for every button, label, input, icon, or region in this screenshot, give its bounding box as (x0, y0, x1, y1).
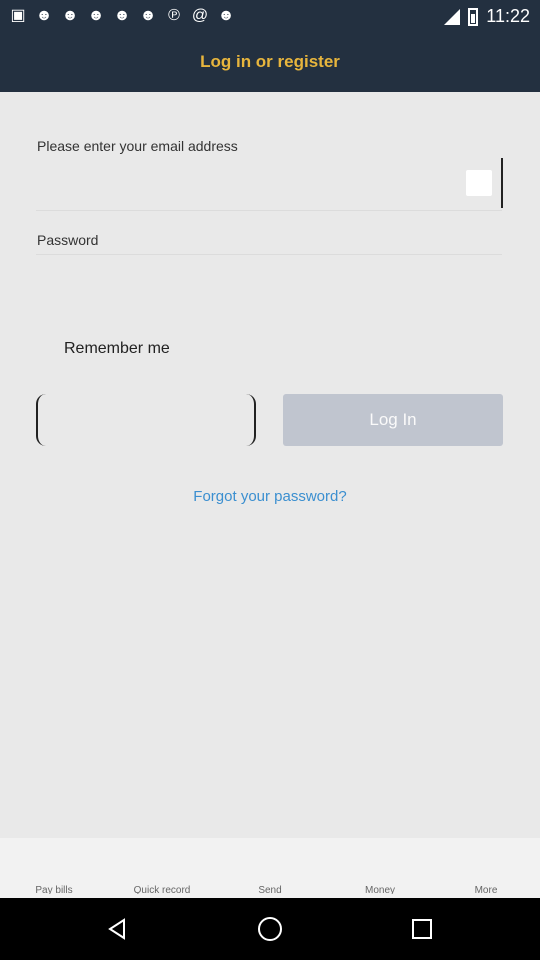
mask-icon: ☻ (35, 7, 53, 24)
password-underline (36, 254, 502, 255)
mask-icon: ☻ (87, 7, 105, 24)
status-bar: ▣ ☻ ☻ ☻ ☻ ☻ ℗ @ ☻ 11:22 (0, 0, 540, 34)
email-underline (36, 210, 502, 211)
remember-checkbox[interactable] (37, 341, 53, 357)
at-icon: @ (191, 7, 209, 24)
mask-icon: ☻ (217, 7, 235, 24)
password-field[interactable] (36, 228, 502, 254)
tab-money[interactable]: Money (340, 884, 420, 894)
status-right: 11:22 (444, 6, 530, 27)
system-nav-bar (0, 898, 540, 960)
page-title: Log in or register (200, 52, 340, 71)
back-icon[interactable] (105, 916, 131, 942)
app-icon: ▣ (10, 7, 26, 24)
pinterest-icon: ℗ (168, 7, 180, 24)
app-bar: Log in or register (0, 34, 540, 92)
cat-icon: ☻ (139, 7, 157, 24)
tab-more[interactable]: More (446, 884, 526, 894)
text-cursor (501, 158, 503, 208)
remember-label[interactable]: Remember me (64, 340, 170, 358)
recents-icon[interactable] (409, 916, 435, 942)
battery-icon (468, 7, 479, 26)
notification-icons: ▣ ☻ ☻ ☻ ☻ ☻ ℗ @ ☻ (8, 6, 236, 26)
bottom-tab-bar: Pay bills Quick record Send Money More (0, 838, 540, 898)
forgot-password-link[interactable]: Forgot your password? (0, 488, 540, 505)
email-label: Please enter your email address (37, 138, 238, 154)
tab-quick-record[interactable]: Quick record (122, 884, 202, 894)
email-field[interactable] (36, 158, 502, 210)
mask-icon: ☻ (113, 7, 131, 24)
home-icon[interactable] (257, 916, 283, 942)
tab-pay-bills[interactable]: Pay bills (14, 884, 94, 894)
status-time: 11:22 (486, 6, 530, 26)
signal-icon (444, 8, 461, 25)
register-button[interactable] (36, 394, 256, 446)
login-button[interactable]: Log In (283, 394, 503, 446)
email-checkbox[interactable] (466, 170, 492, 196)
tab-send[interactable]: Send (230, 884, 310, 894)
cat-icon: ☻ (61, 7, 79, 24)
